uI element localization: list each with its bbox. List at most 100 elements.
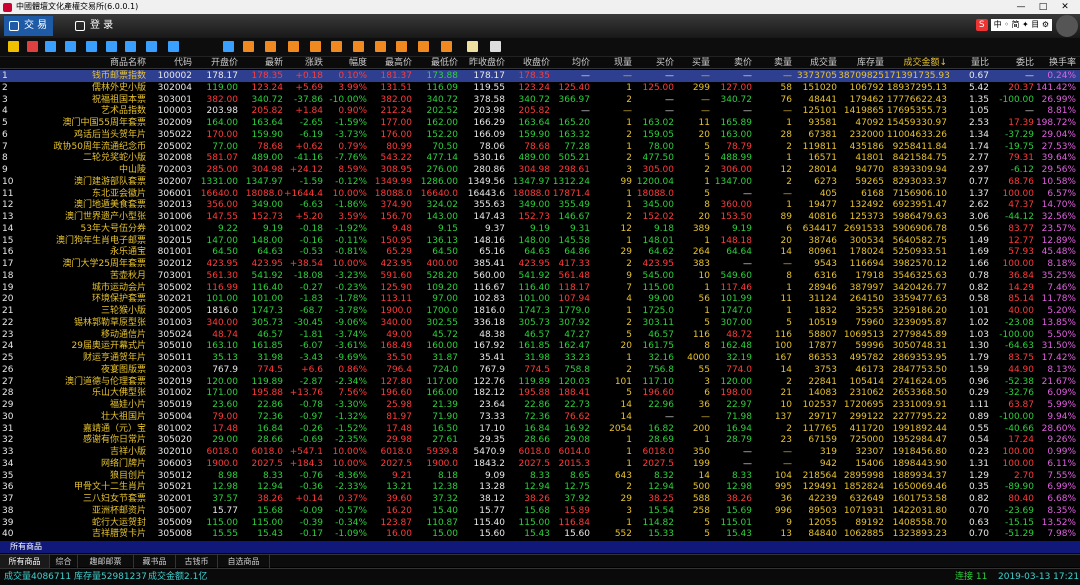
- header-vol-ratio[interactable]: 量比: [947, 57, 989, 69]
- table-row[interactable]: 23 移动通信片 305024 48.74 46.57 -1.81 -3.74% 49.00 4…: [0, 329, 1080, 341]
- table-row[interactable]: 7 政协50周年流通纪念币 205002 77.00 78.68 +0.62 0.79% 80…: [0, 141, 1080, 153]
- header-amount[interactable]: 成交金额↓: [884, 57, 947, 69]
- orange-5-icon[interactable]: [331, 41, 342, 52]
- header-bid[interactable]: 买价: [632, 57, 674, 69]
- table-row[interactable]: 30 壮大祖国片 305004 79.00 72.36 -0.97 -1.32% 81.97 7…: [0, 411, 1080, 423]
- table-row[interactable]: 19 城市运动会片 305002 116.99 116.40 -0.27 -0.23% 125…: [0, 282, 1080, 294]
- table-row[interactable]: 14 53年大号伍分券 201002 9.22 9.19 -0.18 -1.92% 9.48 9…: [0, 223, 1080, 235]
- header-code[interactable]: 代码: [150, 57, 192, 69]
- table-row[interactable]: 8 二轮兑奖蛇小版 302008 581.07 489.00 -41.16 -7.76% 54…: [0, 152, 1080, 164]
- calendar-icon[interactable]: [86, 41, 97, 52]
- table-row[interactable]: 40 吉祥腊贺卡片 305008 15.55 15.43 -0.17 -1.09% 16.00…: [0, 528, 1080, 540]
- pencil-icon[interactable]: [467, 41, 478, 52]
- tab-3[interactable]: 藏书品: [134, 555, 176, 568]
- orange-1-icon[interactable]: [243, 41, 254, 52]
- table-row[interactable]: 36 甲骨文十二生肖片 305021 12.98 12.94 -0.36 -2.33% 13.…: [0, 481, 1080, 493]
- header-prev-close[interactable]: 昨收盘价: [458, 57, 505, 69]
- header-latest[interactable]: 最新: [238, 57, 283, 69]
- header-pct[interactable]: 幅度: [323, 57, 367, 69]
- maximize-button[interactable]: □: [1032, 0, 1054, 14]
- table-row[interactable]: 34 网络门牌片 306003 1900.0 2027.5 +184.3 10.00% 202…: [0, 458, 1080, 470]
- table-row[interactable]: 16 永乐通宝 801001 64.50 64.63 -0.53 -0.81% 65.29 64…: [0, 246, 1080, 258]
- table-row[interactable]: 27 澳门道德与伦理套票 302019 120.00 119.89 -2.87 -2.34%…: [0, 376, 1080, 388]
- orange-4-icon[interactable]: [310, 41, 321, 52]
- header-cur-vol[interactable]: 现量: [590, 57, 632, 69]
- header-low[interactable]: 最低价: [412, 57, 458, 69]
- tab-1[interactable]: 综合: [50, 555, 78, 568]
- cell-code: 305002: [157, 282, 192, 293]
- header-high[interactable]: 最高价: [367, 57, 412, 69]
- season-icon[interactable]: [146, 41, 157, 52]
- input-method-bar[interactable]: S 中 ◦ 简 ✦ 目 ⚙: [975, 19, 1052, 31]
- tab-2[interactable]: 趣邮邮票: [78, 555, 134, 568]
- orange-6-icon[interactable]: [353, 41, 364, 52]
- header-row-index[interactable]: [2, 57, 26, 69]
- login-button[interactable]: 登 录: [70, 16, 119, 36]
- header-ask[interactable]: 卖价: [710, 57, 752, 69]
- table-row[interactable]: 35 狼目创片 305012 8.98 8.33 -0.76 -8.36% 9.21 8.18 9…: [0, 470, 1080, 482]
- table-row[interactable]: 39 蛇行大运贺封 305009 115.00 115.00 -0.39 -0.34% 123…: [0, 517, 1080, 529]
- table-row[interactable]: 13 澳门世界遗产小型张 301006 147.55 152.73 +5.20 3.59% 1…: [0, 211, 1080, 223]
- header-order-ratio[interactable]: 委比: [989, 57, 1034, 69]
- week-icon[interactable]: [106, 41, 117, 52]
- tab-4[interactable]: 古钱币: [176, 555, 218, 568]
- orange-9-icon[interactable]: [418, 41, 429, 52]
- table-row[interactable]: 20 环境保护套票 302021 101.00 101.00 -1.83 -1.78% 113…: [0, 293, 1080, 305]
- line-chart-icon[interactable]: [27, 41, 38, 52]
- table-row[interactable]: 24 29届奥运开幕式片 305010 163.10 161.85 -6.07 -3.61%…: [0, 340, 1080, 352]
- gear-icon[interactable]: [490, 41, 501, 52]
- table-row[interactable]: 38 亚洲杯邮资片 305007 15.77 15.68 -0.09 -0.57% 16.20…: [0, 505, 1080, 517]
- tick-chart-icon[interactable]: [45, 41, 56, 52]
- tab-0[interactable]: 所有商品: [0, 555, 50, 568]
- tab-5[interactable]: 自选商品: [218, 555, 270, 568]
- header-name[interactable]: 商品名称: [28, 57, 146, 69]
- header-ask-vol[interactable]: 卖量: [752, 57, 792, 69]
- table-row[interactable]: 2 儒林外史小版 302004 119.00 123.24 +5.69 3.99% 131.5…: [0, 82, 1080, 94]
- header-change[interactable]: 涨跌: [283, 57, 323, 69]
- cell-open: 581.07: [206, 153, 239, 164]
- orange-2-icon[interactable]: [265, 41, 276, 52]
- table-row[interactable]: 10 澳门建游部队套票 302007 1331.00 1347.97 -1.59 -0.12…: [0, 176, 1080, 188]
- orange-10-icon[interactable]: [441, 41, 452, 52]
- table-row[interactable]: 1 钱币邮票指数 100002 178.17 178.35 +0.18 0.10% 181.3…: [0, 70, 1080, 82]
- table-row[interactable]: 5 澳门中国55周年套票 302009 164.00 163.64 -2.65 -1.59%…: [0, 117, 1080, 129]
- table-row[interactable]: 21 三轮猴小版 302005 1816.0 1747.3 -68.7 -3.78% 1900…: [0, 305, 1080, 317]
- header-close[interactable]: 收盘价: [505, 57, 550, 69]
- year-icon[interactable]: [168, 41, 179, 52]
- close-button[interactable]: ✕: [1054, 0, 1076, 14]
- header-avg[interactable]: 均价: [550, 57, 590, 69]
- month-icon[interactable]: [125, 41, 136, 52]
- table-row[interactable]: 25 财运亨通贺年片 305011 35.13 31.98 -3.43 -9.69% 35.5…: [0, 352, 1080, 364]
- minimize-button[interactable]: —: [1010, 0, 1032, 14]
- orange-7-icon[interactable]: [375, 41, 386, 52]
- table-row[interactable]: 29 福娃小片 305019 23.60 22.86 -0.78 -3.30% 25.98 21…: [0, 399, 1080, 411]
- table-row[interactable]: 6 鸡话后当头贺年片 305022 170.00 159.90 -6.19 -3.73% 17…: [0, 129, 1080, 141]
- orange-3-icon[interactable]: [288, 41, 299, 52]
- trade-button[interactable]: 交 易: [4, 16, 54, 36]
- orange-8-icon[interactable]: [396, 41, 407, 52]
- table-row[interactable]: 26 夜宴图版票 302003 767.9 774.5 +6.6 0.86% 796.4 724…: [0, 364, 1080, 376]
- header-open[interactable]: 开盘价: [192, 57, 238, 69]
- table-row[interactable]: 3 祝福祖国本票 303001 382.00 340.72 -37.86 -10.00% 38…: [0, 94, 1080, 106]
- table-row[interactable]: 4 艺术品指数 100003 203.98 205.82 +1.84 0.90% 212.24…: [0, 105, 1080, 117]
- header-volume[interactable]: 成交量: [792, 57, 837, 69]
- kline-icon[interactable]: [8, 41, 19, 52]
- table-row[interactable]: 9 中山陵 702003 285.00 304.98 +24.12 8.59% 308.95 2…: [0, 164, 1080, 176]
- table-row[interactable]: 33 吉祥小版 302010 6018.0 6018.0 +547.1 10.00% 6018…: [0, 446, 1080, 458]
- header-bid-vol[interactable]: 买量: [674, 57, 710, 69]
- table-row[interactable]: 17 澳门大学25周年套票 302012 423.95 423.95 +38.54 10.0…: [0, 258, 1080, 270]
- table-row[interactable]: 18 苦壶秋月 703001 561.30 541.92 -18.08 -3.23% 591.…: [0, 270, 1080, 282]
- x-icon[interactable]: [223, 41, 234, 52]
- table-row[interactable]: 12 澳门地遁美食套票 302013 356.00 349.00 -6.63 -1.86% 3…: [0, 199, 1080, 211]
- table-row[interactable]: 32 感谢有你日常片 305020 29.00 28.66 -0.69 -2.35% 29.9…: [0, 434, 1080, 446]
- table-row[interactable]: 31 嘉靖通（元）宝 801002 17.48 16.84 -0.26 -1.52% 17.4…: [0, 423, 1080, 435]
- table-row[interactable]: 37 三八妇女节套票 302001 37.57 38.26 +0.14 0.37% 39.60…: [0, 493, 1080, 505]
- header-turnover[interactable]: 换手率: [1034, 57, 1076, 69]
- avatar[interactable]: [1056, 15, 1078, 37]
- bars-icon[interactable]: [65, 41, 76, 52]
- table-row[interactable]: 22 锡林郭勒草原型张 301003 340.00 305.73 -30.45 -9.06%…: [0, 317, 1080, 329]
- table-row[interactable]: 28 乐山大佛型张 301002 171.00 195.88 +13.76 7.56% 196…: [0, 387, 1080, 399]
- table-row[interactable]: 11 东北亚会徽片 306001 16640.0 18088.0 +1644.4 10.00…: [0, 188, 1080, 200]
- table-row[interactable]: 15 澳门狗年生肖电子邮票 302015 147.00 148.00 -0.16 -0.11…: [0, 235, 1080, 247]
- header-stock[interactable]: 库存量: [837, 57, 884, 69]
